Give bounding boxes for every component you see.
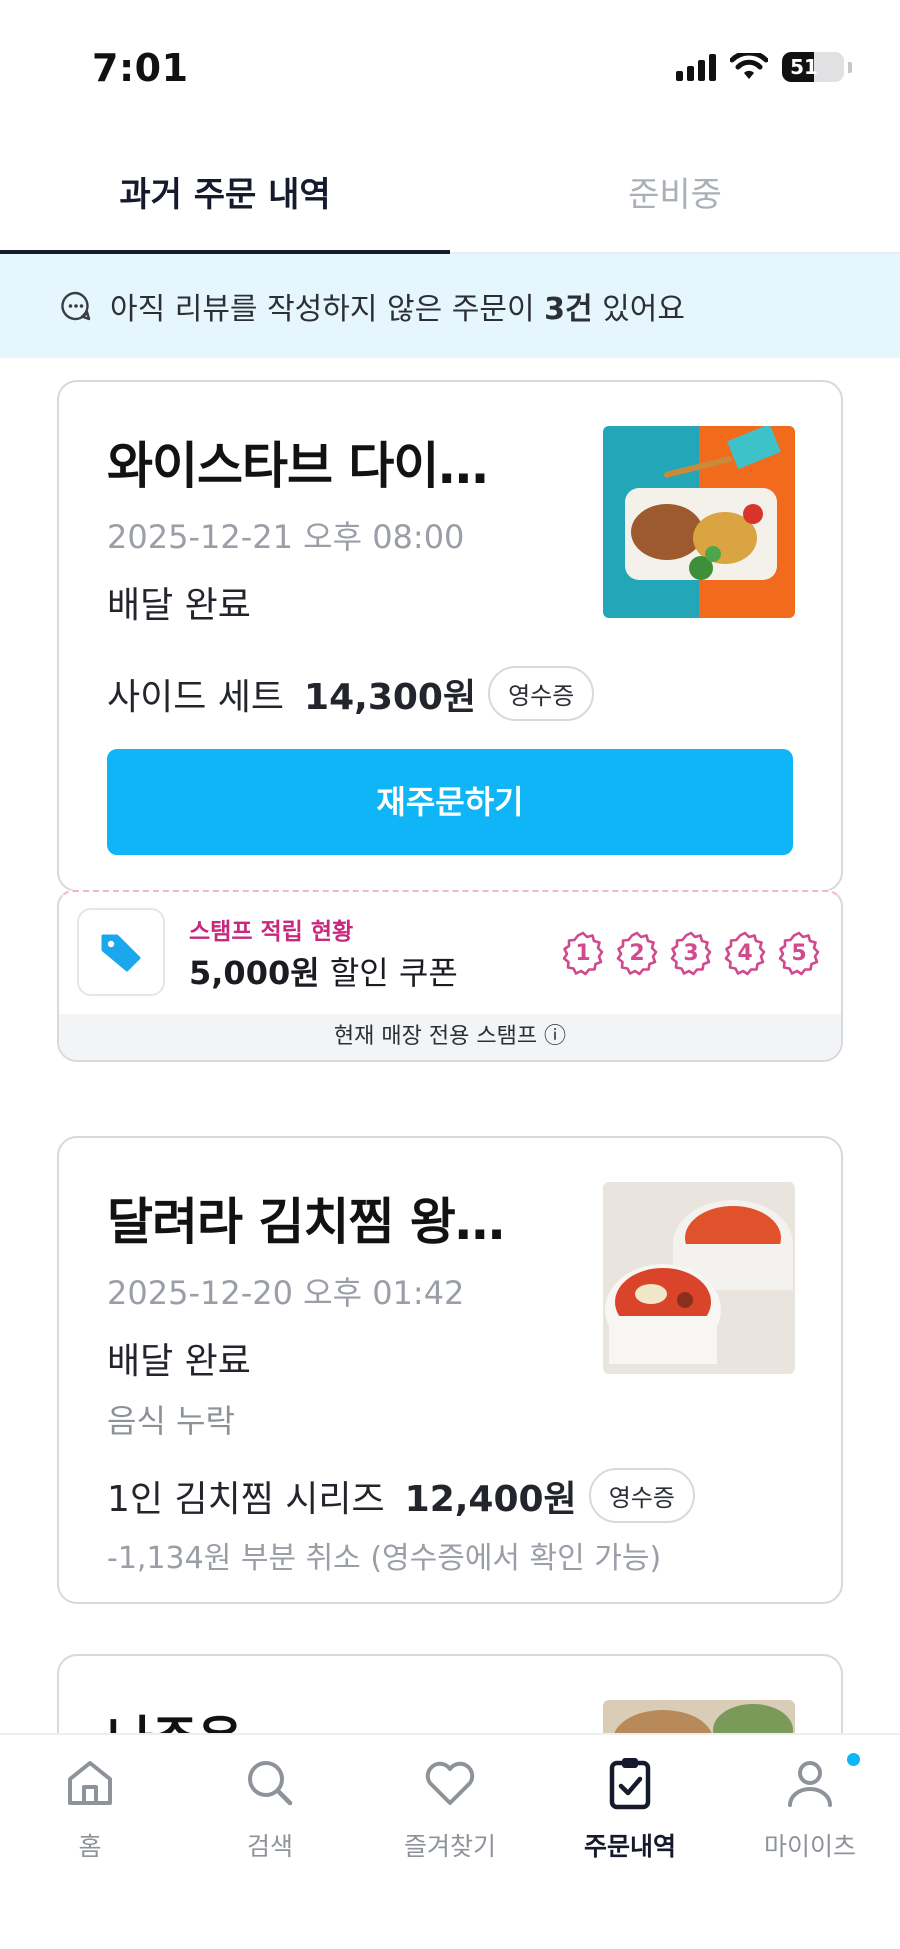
- stamp-slot: 3: [667, 930, 715, 978]
- order-item: 1인 김치찜 시리즈: [107, 1478, 385, 1520]
- stamp-title: 스탬프 적립 현황: [189, 919, 354, 945]
- review-reminder-banner[interactable]: 아직 리뷰를 작성하지 않은 주문이 3건 있어요: [0, 254, 900, 358]
- nav-label: 홈: [78, 1832, 102, 1861]
- store-name[interactable]: 와이스타브 다이…: [107, 426, 527, 498]
- receipt-button[interactable]: 영수증: [488, 666, 595, 721]
- stamp-slot: 1: [559, 930, 607, 978]
- order-price: 12,400원: [404, 1478, 577, 1520]
- stamp-slot: 5: [775, 930, 823, 978]
- nav-label: 마이이츠: [763, 1832, 856, 1861]
- stamp-panel[interactable]: 스탬프 적립 현황 5,000원 할인 쿠폰 1 2 3 4 5 현재 매장 전…: [57, 890, 843, 1062]
- stamp-progress: 1 2 3 4 5: [559, 930, 823, 978]
- receipt-button[interactable]: 영수증: [588, 1468, 695, 1523]
- nav-favorites[interactable]: 즐겨찾기: [360, 1735, 540, 1949]
- nav-label: 검색: [246, 1832, 293, 1861]
- home-icon: [68, 1761, 112, 1805]
- heart-icon: [425, 1761, 475, 1805]
- cellular-signal-icon: [676, 53, 716, 81]
- order-history-icon: [609, 1758, 651, 1810]
- order-summary: 1인 김치찜 시리즈 12,400원 영수증: [107, 1468, 793, 1523]
- nav-label: 주문내역: [583, 1832, 676, 1861]
- nav-my-eats[interactable]: 마이이츠: [720, 1735, 900, 1949]
- stamp-slot: 2: [613, 930, 661, 978]
- nav-home[interactable]: 홈: [0, 1735, 180, 1949]
- wifi-icon: [730, 53, 768, 79]
- partial-cancel-note: -1,134원 부분 취소 (영수증에서 확인 가능): [107, 1541, 662, 1576]
- bottom-navigation: 홈 검색 즐겨찾기 주문내역 마이이츠: [0, 1733, 900, 1949]
- order-item: 사이드 세트: [107, 676, 285, 718]
- status-icons: 51: [676, 52, 852, 82]
- review-count: 3건: [544, 292, 593, 327]
- battery-level: 51: [790, 55, 818, 79]
- coupon-tag-icon: [77, 908, 165, 996]
- order-issue: 음식 누락: [107, 1402, 235, 1440]
- order-summary: 사이드 세트 14,300원 영수증: [107, 666, 793, 721]
- notification-dot: [847, 1753, 860, 1766]
- food-thumbnail: [603, 426, 795, 618]
- chat-bubble-icon: [61, 291, 91, 321]
- review-banner-text: 아직 리뷰를 작성하지 않은 주문이 3건 있어요: [110, 292, 685, 327]
- order-tabs: 과거 주문 내역 준비중: [0, 130, 900, 254]
- battery-icon: 51: [782, 52, 844, 82]
- order-card[interactable]: 와이스타브 다이… 2025-12-21 오후 08:00 배달 완료 사이드 …: [57, 380, 843, 892]
- stamp-footer[interactable]: 현재 매장 전용 스탬프 ⓘ: [59, 1014, 841, 1060]
- tab-preparing[interactable]: 준비중: [450, 130, 900, 252]
- stamp-coupon: 5,000원 할인 쿠폰: [189, 954, 458, 992]
- profile-icon: [788, 1761, 832, 1807]
- status-bar: 7:01 51: [0, 0, 900, 130]
- order-card[interactable]: 달려라 김치찜 왕… 2025-12-20 오후 01:42 배달 완료 음식 …: [57, 1136, 843, 1604]
- nav-label: 즐겨찾기: [403, 1832, 496, 1861]
- nav-search[interactable]: 검색: [180, 1735, 360, 1949]
- nav-orders[interactable]: 주문내역: [540, 1735, 720, 1949]
- status-time: 7:01: [92, 46, 189, 90]
- order-price: 14,300원: [304, 676, 477, 718]
- tab-past-orders[interactable]: 과거 주문 내역: [0, 130, 450, 254]
- food-thumbnail: [603, 1182, 795, 1374]
- store-name[interactable]: 달려라 김치찜 왕…: [107, 1182, 527, 1254]
- reorder-button[interactable]: 재주문하기: [107, 749, 793, 855]
- search-icon: [248, 1761, 293, 1806]
- stamp-slot: 4: [721, 930, 769, 978]
